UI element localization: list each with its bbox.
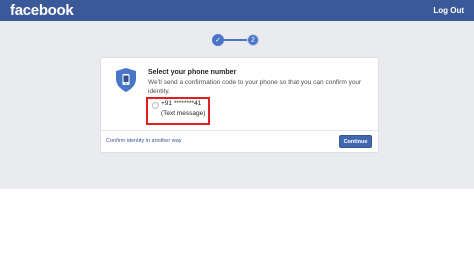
continue-button[interactable]: Continue: [339, 135, 372, 148]
facebook-logo[interactable]: facebook: [10, 2, 74, 19]
step-1-complete: ✓: [212, 34, 224, 46]
phone-radio[interactable]: [152, 102, 159, 109]
phone-number[interactable]: +91 ********41: [161, 100, 201, 107]
card-divider: [101, 130, 378, 131]
shield-phone-icon: [116, 68, 136, 92]
delivery-method: (Text message): [161, 110, 206, 117]
card-title: Select your phone number: [148, 69, 237, 76]
step-2-number: 2: [251, 36, 255, 44]
phone-selection-card: Select your phone number We'll send a co…: [100, 57, 379, 153]
step-connector: [224, 39, 247, 41]
top-bar: facebook Log Out: [0, 0, 474, 21]
card-description: We'll send a confirmation code to your p…: [148, 79, 362, 95]
confirm-another-way-link[interactable]: Confirm identity in another way: [106, 138, 182, 144]
progress-stepper: ✓ 2: [212, 33, 259, 47]
step-2-current: 2: [247, 34, 259, 46]
logout-link[interactable]: Log Out: [433, 6, 464, 15]
check-icon: ✓: [215, 37, 221, 44]
